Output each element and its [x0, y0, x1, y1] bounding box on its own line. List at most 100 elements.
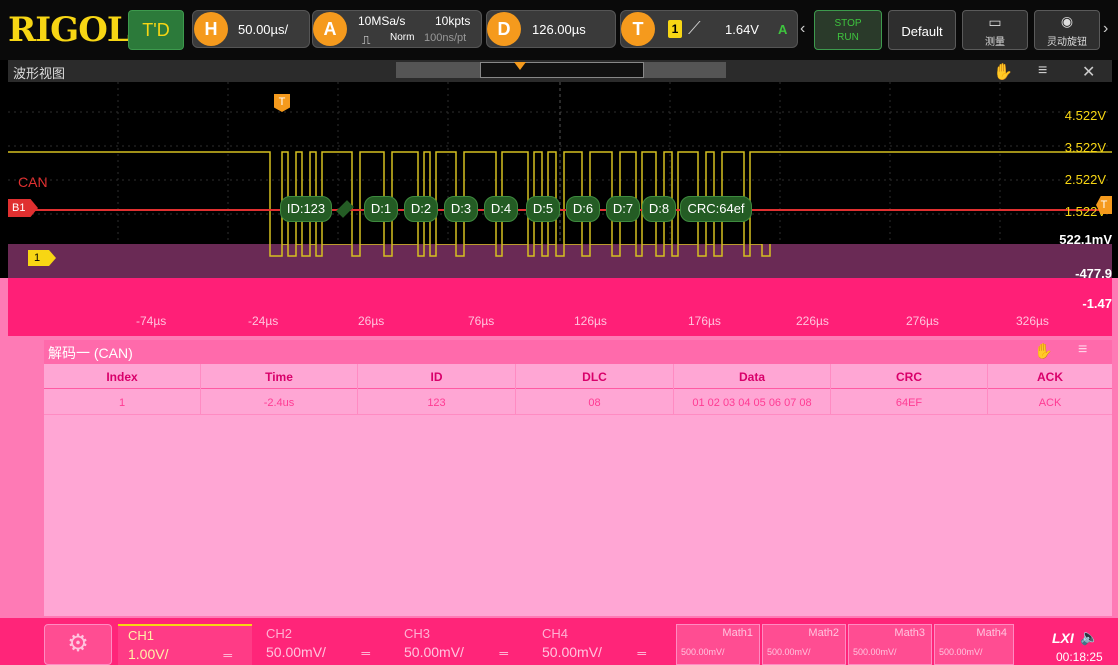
ch2-box[interactable]: CH2 50.00mV/ ═	[256, 624, 390, 665]
ch4-box[interactable]: CH4 50.00mV/ ═	[532, 624, 666, 665]
sample-rate: 10MSa/s	[358, 14, 406, 28]
table-header-cell: CRC	[896, 370, 922, 384]
time-tick: 126µs	[574, 314, 607, 328]
math-scale: 500.00mV/	[939, 647, 983, 657]
table-cell[interactable]: 64EF	[831, 397, 987, 409]
table-column-ack: ACK ACK	[988, 364, 1112, 414]
voltage-label: 522.1mV	[1059, 232, 1112, 247]
rigol-logo: RIGOL	[8, 10, 131, 50]
ch1-waveform-lower	[269, 244, 771, 257]
horizontal-icon: H	[194, 12, 228, 46]
waveform-lower-region: 1 522.1mV -477.9	[8, 232, 1112, 281]
decode-frame-id: ID:123	[280, 196, 332, 222]
menu-icon[interactable]: ≡	[1078, 341, 1087, 359]
time-tick: -24µs	[248, 314, 279, 328]
channel-label: CH2	[266, 626, 293, 641]
decode-panel-title: 解码一 (CAN)	[48, 345, 133, 361]
memory-position-bar[interactable]	[396, 62, 726, 78]
coupling-icon: ═	[499, 646, 508, 660]
can-label: CAN	[18, 174, 48, 190]
coupling-icon: ═	[361, 646, 370, 660]
math1-box[interactable]: Math1 500.00mV/	[676, 624, 760, 665]
measure-button[interactable]: ▭ 测量	[962, 10, 1028, 50]
channel-label: CH4	[542, 626, 569, 641]
voltage-label: 2.522V	[1064, 172, 1106, 187]
voltage-label: 4.522V	[1064, 108, 1106, 123]
ch1-box[interactable]: CH1 1.00V/ ═	[118, 624, 252, 665]
math2-box[interactable]: Math2 500.00mV/	[762, 624, 846, 665]
table-cell[interactable]: 08	[516, 397, 673, 409]
table-cell[interactable]: 01 02 03 04 05 06 07 08	[674, 397, 830, 409]
table-column-index: Index 1	[44, 364, 201, 414]
table-header-cell: ACK	[1037, 370, 1063, 384]
decode-panel-header: 解码一 (CAN) ✋ ≡	[44, 340, 1112, 364]
channel-scale: 50.00mV/	[542, 644, 602, 660]
decode-frame-data: D:3	[444, 196, 478, 222]
decode-frame-data: D:4	[484, 196, 518, 222]
default-button[interactable]: Default	[888, 10, 956, 50]
decode-event-table[interactable]: Index 1 Time -2.4us ID 123 DLC 08 Data 0…	[44, 364, 1112, 616]
table-header-cell: Data	[738, 370, 765, 384]
waveform-view-header: 波形视图 ✋ ≡ ✕	[8, 60, 1112, 82]
table-column-crc: CRC 64EF	[831, 364, 988, 414]
default-label: Default	[901, 24, 943, 39]
trigger-mode: A	[778, 22, 788, 37]
speaker-icon[interactable]: 🔈	[1080, 628, 1099, 646]
delay-icon: D	[487, 12, 521, 46]
decode-frame-data: D:6	[566, 196, 600, 222]
clock: 00:18:25	[1056, 650, 1103, 664]
table-header-cell: Time	[265, 370, 293, 384]
scroll-left-icon[interactable]: ‹	[800, 20, 805, 38]
menu-icon[interactable]: ≡	[1038, 62, 1047, 80]
decode-frame-data: D:2	[404, 196, 438, 222]
time-axis[interactable]: -1.47 -74µs -24µs 26µs 76µs 126µs 176µs …	[8, 278, 1112, 336]
viewport-window	[480, 62, 644, 78]
voltage-label: 3.522V	[1064, 140, 1106, 155]
table-cell[interactable]: 1	[44, 397, 200, 409]
touch-gesture-icon[interactable]: ✋	[1034, 342, 1053, 360]
scroll-right-icon[interactable]: ›	[1103, 20, 1108, 38]
table-header-cell: Index	[106, 370, 138, 384]
touch-gesture-icon[interactable]: ✋	[993, 62, 1013, 82]
math-label: Math2	[808, 627, 839, 639]
math-scale: 500.00mV/	[681, 647, 725, 657]
table-cell[interactable]: 123	[358, 397, 515, 409]
table-header-cell: ID	[430, 370, 443, 384]
table-header-cell: DLC	[582, 370, 607, 384]
home-button[interactable]: ⚙	[44, 624, 112, 665]
channel-scale: 50.00mV/	[266, 644, 326, 660]
acq-mode-icon: ⎍	[362, 33, 371, 47]
math3-box[interactable]: Math3 500.00mV/	[848, 624, 932, 665]
math4-box[interactable]: Math4 500.00mV/	[934, 624, 1014, 665]
waveform-view-title: 波形视图	[13, 66, 66, 81]
coupling-icon: ═	[223, 648, 232, 662]
table-cell[interactable]: -2.4us	[201, 397, 357, 409]
math-scale: 500.00mV/	[853, 647, 897, 657]
time-tick: 76µs	[468, 314, 495, 328]
decode-frame-crc: CRC:64ef	[680, 196, 752, 222]
rising-edge-icon: ⟋	[688, 18, 701, 38]
measure-label: 测量	[985, 37, 1005, 48]
trigger-source-badge: 1	[668, 20, 682, 38]
decode-frame-data: D:7	[606, 196, 640, 222]
voltage-label: -1.47	[1082, 296, 1112, 311]
channel-label: CH1	[128, 628, 155, 643]
knob-button[interactable]: ◉ 灵动旋钮	[1034, 10, 1100, 50]
home-icon: ⚙	[67, 630, 89, 657]
math-label: Math1	[722, 627, 753, 639]
trigger-level: 1.64V	[725, 22, 759, 37]
channel-scale: 1.00V/	[128, 646, 169, 662]
run-stop-button[interactable]: STOP RUN	[814, 10, 882, 50]
ruler-icon: ▭	[988, 14, 1002, 30]
waveform-display[interactable]: T CAN B1 ID:123 D:1 D:2 D:3 D:4 D:5 D:6 …	[8, 82, 1112, 244]
channel-scale: 50.00mV/	[404, 644, 464, 660]
trigger-position-marker	[514, 62, 526, 70]
ch3-box[interactable]: CH3 50.00mV/ ═	[394, 624, 528, 665]
table-cell[interactable]: ACK	[988, 397, 1112, 409]
time-tick: 326µs	[1016, 314, 1049, 328]
close-icon[interactable]: ✕	[1082, 62, 1095, 82]
td-label: T'D	[142, 20, 170, 40]
td-button[interactable]: T'D	[128, 10, 184, 50]
channel-label: CH3	[404, 626, 431, 641]
timebase-value: 50.00µs/	[238, 22, 289, 37]
